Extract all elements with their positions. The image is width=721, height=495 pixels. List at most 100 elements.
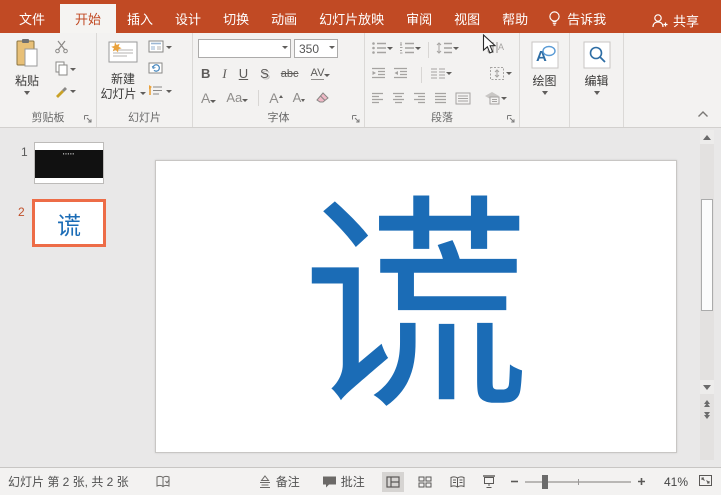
slides-group-label: 幻灯片 bbox=[128, 112, 161, 124]
paste-dropdown-icon bbox=[24, 91, 30, 98]
comments-button[interactable]: 批注 bbox=[322, 473, 365, 490]
character-spacing-button[interactable]: AV bbox=[308, 67, 334, 80]
decrease-indent-icon bbox=[371, 67, 386, 82]
slideshow-view-button[interactable] bbox=[478, 472, 500, 492]
text-direction-button[interactable]: A bbox=[485, 41, 507, 59]
columns-button[interactable] bbox=[428, 67, 454, 82]
editing-label: 编辑 bbox=[584, 74, 609, 88]
scroll-down-button[interactable] bbox=[700, 380, 714, 394]
bullets-button[interactable] bbox=[369, 41, 395, 58]
section-button[interactable] bbox=[148, 84, 172, 100]
zoom-slider[interactable] bbox=[525, 474, 631, 489]
numbering-icon bbox=[399, 41, 415, 58]
previous-slide-button[interactable] bbox=[700, 394, 714, 409]
numbering-button[interactable] bbox=[397, 41, 423, 58]
shrink-font-button[interactable]: A bbox=[290, 90, 309, 105]
slide-canvas[interactable]: 谎 bbox=[155, 160, 677, 453]
align-text-dropdown-icon bbox=[506, 72, 512, 78]
reading-view-button[interactable] bbox=[446, 472, 468, 492]
line-spacing-button[interactable] bbox=[434, 41, 461, 58]
font-name-combobox[interactable] bbox=[198, 39, 291, 58]
decrease-indent-button[interactable] bbox=[369, 67, 388, 82]
cut-button[interactable] bbox=[54, 40, 76, 56]
increase-indent-button[interactable] bbox=[391, 67, 410, 82]
comment-icon bbox=[322, 476, 336, 488]
slide-1-number: 1 bbox=[21, 145, 28, 159]
columns-icon bbox=[430, 67, 446, 82]
normal-view-button[interactable] bbox=[382, 471, 404, 492]
zoom-slider-thumb[interactable] bbox=[542, 474, 548, 489]
font-size-combobox[interactable]: 350 bbox=[294, 39, 338, 58]
align-left-button[interactable] bbox=[369, 92, 386, 107]
italic-button[interactable]: I bbox=[219, 66, 229, 82]
zoom-out-icon bbox=[511, 480, 518, 482]
distributed-button[interactable] bbox=[453, 92, 473, 108]
copy-dropdown-icon bbox=[70, 67, 76, 74]
grow-arrow-icon bbox=[278, 93, 283, 98]
copy-button[interactable] bbox=[54, 61, 76, 78]
font-color-button[interactable]: A bbox=[198, 90, 219, 106]
align-right-button[interactable] bbox=[411, 92, 428, 107]
tab-help[interactable]: 帮助 bbox=[491, 4, 539, 33]
clear-formatting-button[interactable] bbox=[312, 90, 333, 106]
notes-button[interactable]: 备注 bbox=[258, 473, 300, 490]
bold-button[interactable]: B bbox=[198, 66, 213, 81]
format-painter-button[interactable] bbox=[54, 84, 76, 100]
tab-animations[interactable]: 动画 bbox=[260, 4, 308, 33]
change-case-label: Aa bbox=[226, 90, 243, 105]
new-slide-button[interactable]: 新建 幻灯片 bbox=[100, 36, 146, 101]
scroll-up-button[interactable] bbox=[700, 130, 714, 144]
eraser-icon bbox=[315, 90, 330, 106]
tab-review[interactable]: 审阅 bbox=[395, 4, 443, 33]
search-icon bbox=[582, 40, 612, 73]
drawing-button[interactable]: A 绘图 bbox=[522, 38, 568, 98]
slide-sorter-view-button[interactable] bbox=[414, 472, 436, 492]
collapse-ribbon-button[interactable] bbox=[697, 107, 709, 121]
tab-transitions[interactable]: 切换 bbox=[212, 4, 260, 33]
format-painter-icon bbox=[54, 84, 68, 101]
reset-button[interactable] bbox=[148, 62, 172, 78]
tell-me-button[interactable]: 告诉我 bbox=[539, 4, 614, 33]
slide-thumbnail-1[interactable]: ▪▪▪▪▪ bbox=[34, 142, 104, 184]
slide-text[interactable]: 谎 bbox=[302, 197, 530, 425]
tab-file[interactable]: 文件 bbox=[4, 4, 60, 33]
scrollbar-thumb[interactable] bbox=[701, 199, 713, 311]
spell-check-button[interactable] bbox=[155, 475, 172, 489]
paste-button[interactable]: 粘贴 bbox=[4, 36, 50, 100]
text-shadow-button[interactable]: S bbox=[257, 66, 272, 81]
fit-slide-to-window-button[interactable] bbox=[698, 474, 713, 490]
paragraph-dialog-launcher[interactable] bbox=[506, 113, 516, 123]
font-dialog-launcher[interactable] bbox=[351, 113, 361, 123]
zoom-out-button[interactable] bbox=[510, 475, 519, 489]
layout-button[interactable] bbox=[148, 40, 172, 56]
zoom-in-button[interactable] bbox=[637, 475, 646, 489]
align-text-button[interactable] bbox=[487, 66, 514, 84]
zoom-percentage[interactable]: 41% bbox=[656, 475, 688, 489]
slide-thumbnail-2-selected[interactable]: 谎 bbox=[32, 199, 106, 247]
justify-button[interactable] bbox=[432, 92, 449, 107]
editing-button[interactable]: 编辑 bbox=[574, 38, 620, 98]
lightbulb-icon bbox=[547, 10, 562, 27]
grow-font-button[interactable]: A bbox=[266, 90, 285, 106]
vertical-scrollbar[interactable] bbox=[700, 130, 714, 460]
tab-design[interactable]: 设计 bbox=[164, 4, 212, 33]
ribbon-tab-bar: 文件 开始 插入 设计 切换 动画 幻灯片放映 审阅 视图 帮助 告诉我 共享 bbox=[0, 0, 721, 33]
tab-view[interactable]: 视图 bbox=[443, 4, 491, 33]
change-case-button[interactable]: Aa bbox=[223, 90, 251, 105]
divider bbox=[428, 41, 429, 58]
align-left-icon bbox=[371, 92, 384, 107]
next-slide-button[interactable] bbox=[700, 409, 714, 424]
clipboard-dialog-launcher[interactable] bbox=[83, 113, 93, 123]
strikethrough-button[interactable]: abc bbox=[278, 68, 302, 80]
font-name-dropdown-icon bbox=[282, 46, 288, 52]
underline-button[interactable]: U bbox=[236, 66, 251, 81]
tab-home[interactable]: 开始 bbox=[60, 4, 117, 33]
convert-smartart-button[interactable] bbox=[481, 91, 509, 108]
section-dropdown-icon bbox=[166, 89, 172, 96]
tab-insert[interactable]: 插入 bbox=[116, 4, 164, 33]
tab-slideshow[interactable]: 幻灯片放映 bbox=[308, 4, 395, 33]
editing-group: 编辑 bbox=[570, 33, 624, 127]
font-color-dropdown-icon bbox=[210, 99, 217, 106]
align-center-button[interactable] bbox=[390, 92, 407, 107]
drawing-group: A 绘图 bbox=[520, 33, 570, 127]
